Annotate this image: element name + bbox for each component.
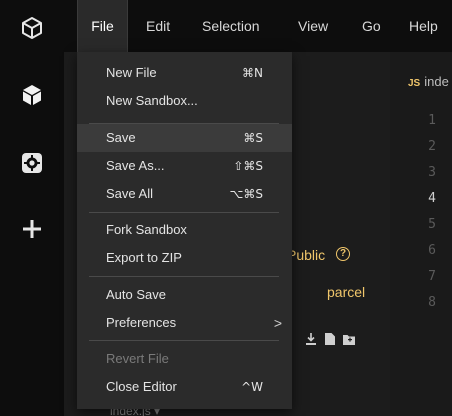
- line-gutter: 1 2 3 4 5 6 7 8: [390, 108, 446, 316]
- menu-item-save-as[interactable]: Save As... ⇧⌘S: [77, 152, 292, 180]
- menu-item-new-sandbox[interactable]: New Sandbox...: [77, 87, 292, 115]
- menu-help[interactable]: Help: [409, 0, 438, 52]
- new-file-icon[interactable]: [325, 332, 335, 350]
- line-number: 7: [428, 269, 436, 284]
- line-number: 6: [428, 243, 436, 258]
- shortcut-label: ⌘N: [242, 66, 263, 80]
- shortcut-label: ⌘S: [243, 131, 263, 145]
- menu-item-revert-file: Revert File: [106, 351, 169, 366]
- shortcut-label: ⌥⌘S: [229, 187, 263, 201]
- shortcut-label: ^W: [241, 380, 263, 394]
- menu-item-new-file[interactable]: New File ⌘N: [77, 59, 292, 87]
- cube-icon[interactable]: [18, 81, 46, 109]
- download-icon[interactable]: [306, 332, 316, 350]
- menu-selection[interactable]: Selection: [202, 0, 260, 52]
- privacy-label[interactable]: Public: [287, 247, 325, 263]
- menu-item-close-editor[interactable]: Close Editor ^W: [77, 373, 292, 401]
- template-label: parcel: [327, 284, 366, 300]
- menu-item-save-all[interactable]: Save All ⌥⌘S: [77, 180, 292, 208]
- file-menu-dropdown: New File ⌘N New Sandbox... Save ⌘S Save …: [77, 52, 292, 409]
- line-number: 2: [428, 139, 436, 154]
- line-number: 8: [428, 295, 436, 310]
- line-number: 3: [428, 165, 436, 180]
- editor-window: File Edit Selection View Go Help Public …: [0, 0, 452, 416]
- menu-separator: [89, 340, 279, 341]
- line-number: 5: [428, 217, 436, 232]
- menu-file[interactable]: File: [77, 0, 128, 52]
- menu-item-auto-save[interactable]: Auto Save: [77, 281, 292, 309]
- codesandbox-logo-icon[interactable]: [18, 14, 46, 42]
- line-number-current: 4: [428, 191, 436, 206]
- js-file-icon: JS: [408, 78, 421, 89]
- plus-icon[interactable]: [18, 215, 46, 243]
- menu-separator: [89, 276, 279, 277]
- code-editor: JS inde 1 2 3 4 5 6 7 8: [390, 52, 452, 416]
- editor-tab[interactable]: JS inde: [390, 70, 449, 94]
- menu-item-save[interactable]: Save ⌘S: [77, 124, 292, 152]
- line-number: 1: [428, 113, 436, 128]
- menu-bar: File Edit Selection View Go Help: [64, 0, 452, 52]
- tab-filename: inde: [424, 74, 449, 89]
- menu-go[interactable]: Go: [362, 0, 381, 52]
- menu-separator: [89, 212, 279, 213]
- menu-item-preferences[interactable]: Preferences >: [77, 309, 292, 337]
- help-circle-icon[interactable]: ?: [336, 247, 350, 261]
- menu-item-fork-sandbox[interactable]: Fork Sandbox: [77, 216, 292, 244]
- menu-view[interactable]: View: [298, 0, 328, 52]
- menu-edit[interactable]: Edit: [146, 0, 170, 52]
- chevron-right-icon: >: [273, 315, 282, 331]
- activity-bar: [0, 0, 64, 416]
- menu-item-export-zip[interactable]: Export to ZIP: [77, 244, 292, 272]
- new-folder-icon[interactable]: [343, 332, 355, 350]
- gear-icon[interactable]: [18, 149, 46, 177]
- shortcut-label: ⇧⌘S: [233, 159, 263, 173]
